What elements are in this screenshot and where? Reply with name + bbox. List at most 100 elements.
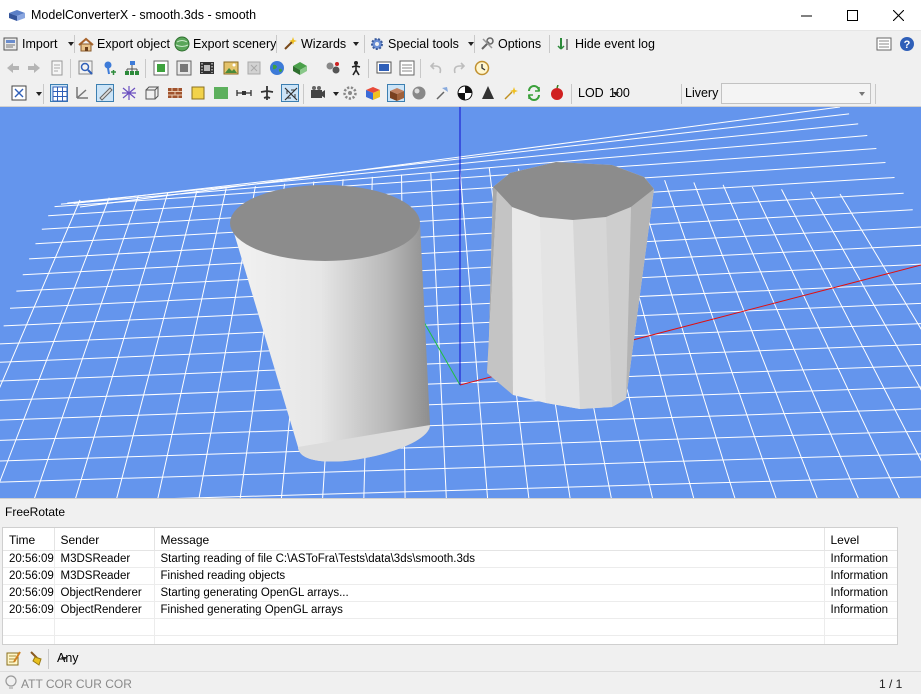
wireframe-button[interactable] (120, 84, 138, 102)
preview-button[interactable] (375, 59, 393, 77)
event-log-table[interactable]: Time Sender Message Level 20:56:09 M3DSR… (2, 527, 898, 645)
column-header-sender[interactable]: Sender (54, 528, 155, 551)
log-level-filter-select[interactable]: Any (53, 649, 177, 668)
minimize-button[interactable] (783, 0, 829, 30)
column-header-message[interactable]: Message (154, 528, 825, 551)
connect-button[interactable] (324, 59, 342, 77)
ruler-icon (99, 87, 113, 101)
special-tools-dropdown-icon[interactable] (467, 41, 474, 46)
grid-toggle-button[interactable] (50, 84, 68, 102)
apple-button[interactable] (548, 84, 566, 102)
close-button[interactable] (875, 0, 921, 30)
disabled-tool-button[interactable] (245, 59, 263, 77)
hide-event-log-menu[interactable]: Hide event log (556, 34, 655, 53)
earth-button[interactable] (268, 59, 286, 77)
hierarchy-button[interactable] (123, 59, 141, 77)
ground-button[interactable] (212, 84, 230, 102)
image-button[interactable] (222, 59, 240, 77)
aircraft-button[interactable] (258, 84, 276, 102)
edit-log-button[interactable] (4, 649, 22, 667)
camera-button[interactable] (309, 84, 327, 102)
livery-select[interactable] (721, 83, 871, 104)
normals-toggle-button[interactable] (281, 84, 299, 102)
fit-view-button[interactable] (10, 84, 28, 102)
cog-icon (343, 86, 357, 100)
log-message: Finished reading objects (154, 567, 825, 585)
history-button[interactable] (473, 59, 491, 77)
sphere-button[interactable] (410, 84, 428, 102)
view-list-button[interactable] (875, 35, 893, 53)
wizards-label: Wizards (301, 36, 347, 51)
export-object-menu[interactable]: Export object (78, 34, 170, 53)
event-log-icon (557, 37, 568, 50)
bounding-box-button[interactable] (143, 84, 161, 102)
fit-view-dropdown-icon[interactable] (36, 92, 42, 96)
shaded-toggle-button[interactable] (387, 84, 405, 102)
properties-button[interactable] (398, 59, 416, 77)
forward-button[interactable] (25, 59, 43, 77)
menu-separator (549, 35, 550, 53)
clear-log-button[interactable] (27, 649, 45, 667)
material-icon (176, 60, 192, 76)
grid-line (0, 453, 921, 483)
table-row[interactable]: 20:56:09 M3DSReader Finished reading obj… (3, 567, 897, 585)
lightbulb-icon (5, 675, 17, 689)
silhouette-button[interactable] (479, 84, 497, 102)
person-button[interactable] (347, 59, 365, 77)
livery-dropdown-icon[interactable] (859, 92, 865, 96)
material-button[interactable] (175, 59, 193, 77)
column-header-time[interactable]: Time (3, 528, 55, 551)
link-icon (326, 62, 340, 74)
special-tools-label: Special tools (388, 36, 459, 51)
textured-button[interactable] (166, 84, 184, 102)
dimensions-button[interactable] (235, 84, 253, 102)
colored-cube-button[interactable] (364, 84, 382, 102)
filter-dropdown-icon[interactable] (61, 657, 67, 661)
back-button[interactable] (4, 59, 22, 77)
wizards-menu[interactable]: Wizards (282, 34, 360, 53)
ruler-toggle-button[interactable] (96, 84, 114, 102)
undo-button[interactable] (427, 59, 445, 77)
lod-select[interactable]: 100 (604, 84, 680, 103)
clock-icon (474, 60, 490, 76)
log-sender: ObjectRenderer (54, 584, 155, 602)
camera-dropdown-icon[interactable] (333, 92, 339, 96)
3d-viewport[interactable] (0, 107, 921, 498)
table-row[interactable]: 20:56:09 ObjectRenderer Starting generat… (3, 584, 897, 602)
material-color-button[interactable] (189, 84, 207, 102)
effects-button[interactable] (502, 84, 520, 102)
column-header-level[interactable]: Level (824, 528, 897, 551)
refresh-button[interactable] (525, 84, 543, 102)
pin-button[interactable] (100, 59, 118, 77)
faceted-cylinder (487, 162, 654, 409)
globe-icon (174, 36, 190, 51)
axes-icon (76, 87, 88, 99)
page-button[interactable] (48, 59, 66, 77)
grid-line (60, 135, 868, 205)
export-scenery-menu[interactable]: Export scenery (174, 34, 276, 53)
options-menu[interactable]: Options (479, 34, 541, 53)
import-menu[interactable]: Import (3, 34, 75, 53)
log-time: 20:56:09 (3, 584, 55, 602)
wizards-dropdown-icon[interactable] (353, 41, 360, 46)
zoom-button[interactable] (77, 59, 95, 77)
help-button[interactable]: ? (898, 35, 916, 53)
table-row[interactable]: 20:56:09 M3DSReader Starting reading of … (3, 550, 897, 568)
redo-button[interactable] (450, 59, 468, 77)
table-row[interactable]: 20:56:09 ObjectRenderer Finished generat… (3, 601, 897, 619)
animation-button[interactable] (198, 59, 216, 77)
status-bar: ATT COR CUR COR 1 / 1 (0, 671, 921, 694)
light-button[interactable] (433, 84, 451, 102)
checker-button[interactable] (456, 84, 474, 102)
maximize-button[interactable] (829, 0, 875, 30)
monitor-icon (376, 61, 392, 74)
log-scroll-area[interactable] (898, 527, 919, 645)
texture-button[interactable] (152, 59, 170, 77)
placement-button[interactable] (291, 59, 309, 77)
axes-button[interactable] (73, 84, 91, 102)
log-time: 20:56:09 (3, 601, 55, 619)
special-tools-menu[interactable]: Special tools (369, 34, 474, 53)
import-label: Import (22, 36, 58, 51)
lod-dropdown-icon[interactable] (613, 92, 619, 96)
gear-tool-button[interactable] (341, 84, 359, 102)
